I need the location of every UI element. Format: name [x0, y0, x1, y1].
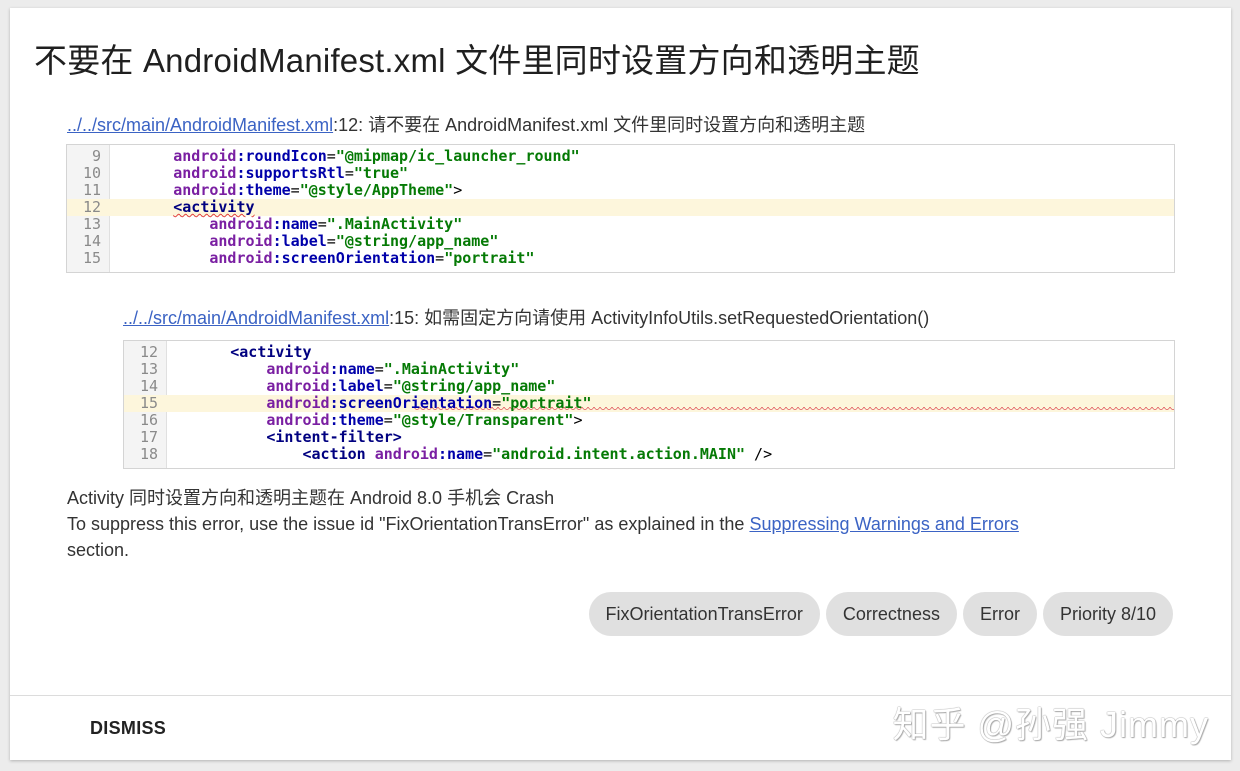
- line-number: 13: [82, 215, 101, 233]
- line-number: 15: [139, 394, 158, 412]
- code-line: 9 android:roundIcon="@mipmap/ic_launcher…: [67, 148, 1174, 165]
- chip-priority: Priority 8/10: [1042, 592, 1173, 636]
- line-number: 14: [139, 377, 158, 395]
- line-number: 10: [82, 164, 101, 182]
- description-line-1: Activity 同时设置方向和透明主题在 Android 8.0 手机会 Cr…: [67, 488, 555, 508]
- code-line: 15 android:screenOrientation="portrait": [67, 250, 1174, 267]
- code-line: 11 android:theme="@style/AppTheme">: [67, 182, 1174, 199]
- description-line-3: section.: [67, 540, 130, 560]
- issue-location-1: ../../src/main/AndroidManifest.xml:12: 请…: [67, 111, 865, 137]
- line-number: 12: [139, 343, 158, 361]
- code-line: 12 <activity: [124, 344, 1174, 361]
- code-line: 18 <action android:name="android.intent.…: [124, 446, 1174, 463]
- lint-issue-card: 不要在 AndroidManifest.xml 文件里同时设置方向和透明主题 .…: [10, 8, 1231, 760]
- code-line: 13 android:name=".MainActivity": [67, 216, 1174, 233]
- chip-severity: Error: [962, 592, 1037, 636]
- issue-chips: FixOrientationTransError Correctness Err…: [588, 592, 1173, 636]
- code-line: 10 android:supportsRtl="true": [67, 165, 1174, 182]
- location-2-message: :15: 如需固定方向请使用 ActivityInfoUtils.setRequ…: [389, 308, 930, 328]
- suppressing-warnings-link[interactable]: Suppressing Warnings and Errors: [749, 514, 1018, 534]
- line-number: 17: [139, 428, 158, 446]
- code-line: 14 android:label="@string/app_name": [124, 378, 1174, 395]
- dismiss-button[interactable]: DISMISS: [90, 718, 166, 739]
- highlighted-code-line: 12 <activity: [67, 199, 1174, 216]
- highlighted-code-line: 15 android:screenOrientation="portrait": [124, 395, 1174, 412]
- code-line: 16 android:theme="@style/Transparent">: [124, 412, 1174, 429]
- chip-issue-id: FixOrientationTransError: [588, 592, 820, 636]
- description-line-2: To suppress this error, use the issue id…: [67, 514, 1019, 534]
- issue-location-2: ../../src/main/AndroidManifest.xml:15: 如…: [123, 304, 929, 330]
- manifest-link-2[interactable]: ../../src/main/AndroidManifest.xml: [123, 308, 389, 328]
- line-number: 12: [82, 198, 101, 216]
- line-number: 18: [139, 445, 158, 463]
- code-line: 17 <intent-filter>: [124, 429, 1174, 446]
- line-number: 13: [139, 360, 158, 378]
- manifest-link-1[interactable]: ../../src/main/AndroidManifest.xml: [67, 115, 333, 135]
- code-snippet-2: 12 <activity 13 android:name=".MainActiv…: [123, 340, 1175, 469]
- issue-title: 不要在 AndroidManifest.xml 文件里同时设置方向和透明主题: [34, 42, 920, 79]
- line-number: 15: [82, 249, 101, 267]
- code-line: 13 android:name=".MainActivity": [124, 361, 1174, 378]
- line-number: 14: [82, 232, 101, 250]
- line-number: 11: [82, 181, 101, 199]
- chip-category: Correctness: [825, 592, 957, 636]
- line-number: 9: [91, 147, 101, 165]
- line-number: 16: [139, 411, 158, 429]
- code-line: 14 android:label="@string/app_name": [67, 233, 1174, 250]
- watermark: 知乎 @孙强 Jimmy: [892, 704, 1209, 745]
- issue-description: Activity 同时设置方向和透明主题在 Android 8.0 手机会 Cr…: [67, 485, 1177, 563]
- code-snippet-1: 9 android:roundIcon="@mipmap/ic_launcher…: [66, 144, 1175, 273]
- location-1-message: :12: 请不要在 AndroidManifest.xml 文件里同时设置方向和…: [333, 115, 866, 135]
